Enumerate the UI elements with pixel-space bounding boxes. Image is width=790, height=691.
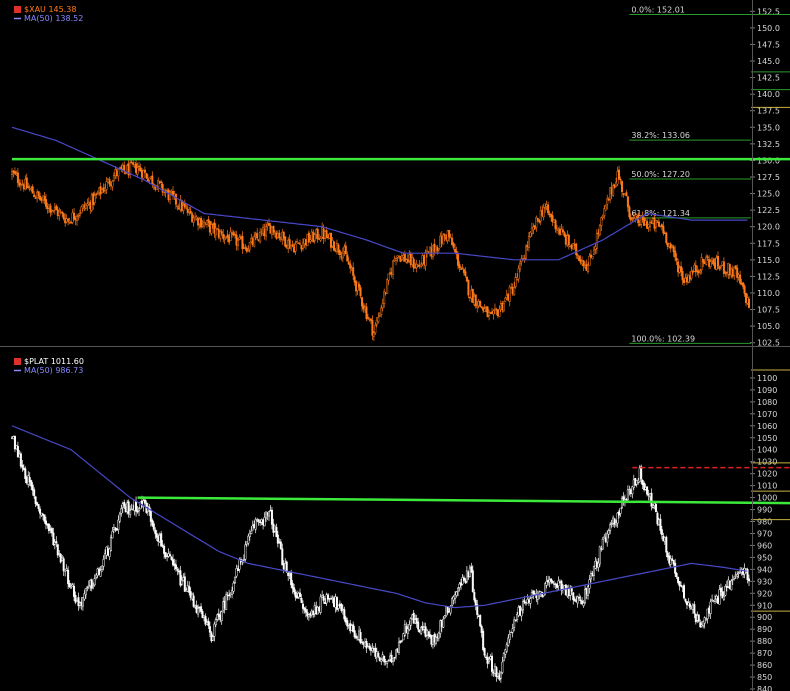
stock-chart: 102.5105.0107.5110.0112.5115.0117.5120.0… xyxy=(0,0,790,691)
y-tick-label: 1090 xyxy=(757,386,777,395)
legend-marker-icon xyxy=(14,6,21,13)
y-tick-label: 112.5 xyxy=(757,272,780,281)
y-tick-label: 150.0 xyxy=(757,24,780,33)
y-tick-label: 980 xyxy=(757,518,772,527)
y-tick-label: 132.5 xyxy=(757,140,780,149)
fib-level-label: 100.0%: 102.39 xyxy=(631,334,695,343)
y-tick-label: 122.5 xyxy=(757,206,780,215)
y-tick-label: 890 xyxy=(757,625,772,634)
candle xyxy=(332,240,335,252)
candle xyxy=(335,596,338,612)
y-tick-label: 110.0 xyxy=(757,289,780,298)
candle xyxy=(730,579,733,591)
y-tick-label: 115.0 xyxy=(757,256,780,265)
candle xyxy=(145,172,148,179)
fib-level-label: 38.2%: 133.06 xyxy=(631,131,690,140)
candle xyxy=(467,279,470,299)
y-tick-label: 1100 xyxy=(757,374,777,383)
y-tick-label: 950 xyxy=(757,553,772,562)
y-tick-label: 1060 xyxy=(757,422,777,431)
y-tick-label: 1040 xyxy=(757,446,777,455)
candle xyxy=(479,300,482,308)
y-tick-label: 910 xyxy=(757,601,772,610)
candle xyxy=(479,614,482,628)
y-tick-label: 1050 xyxy=(757,434,777,443)
legend-marker-icon xyxy=(14,358,21,365)
y-tick-label: 860 xyxy=(757,661,772,670)
y-tick-label: 960 xyxy=(757,541,772,550)
candle xyxy=(591,255,594,260)
y-tick-label: 850 xyxy=(757,673,772,682)
y-tick-label: 880 xyxy=(757,637,772,646)
y-tick-label: 117.5 xyxy=(757,239,780,248)
y-tick-label: 920 xyxy=(757,589,772,598)
y-tick-label: 970 xyxy=(757,529,772,538)
y-tick-label: 135.0 xyxy=(757,123,780,132)
candle xyxy=(572,243,575,250)
y-tick-label: 107.5 xyxy=(757,306,780,315)
legend: $XAU 145.38MA(50) 138.52 xyxy=(14,5,83,23)
y-tick-label: 147.5 xyxy=(757,40,780,49)
candle xyxy=(683,583,686,600)
candle xyxy=(482,628,485,652)
candle xyxy=(628,204,631,220)
y-tick-label: 120.0 xyxy=(757,223,780,232)
chart-background xyxy=(0,0,790,691)
y-tick-label: 1010 xyxy=(757,482,777,491)
fib-level-label: 0.0%: 152.01 xyxy=(631,6,685,15)
fib-level-label: 50.0%: 127.20 xyxy=(631,170,690,179)
legend-entry: $XAU 145.38 xyxy=(24,5,76,14)
legend-entry: $PLAT 1011.60 xyxy=(24,357,84,366)
y-tick-label: 137.5 xyxy=(757,107,780,116)
y-tick-label: 130.0 xyxy=(757,156,780,165)
y-tick-label: 145.0 xyxy=(757,57,780,66)
candle xyxy=(386,278,389,294)
y-tick-label: 840 xyxy=(757,685,772,691)
y-tick-label: 900 xyxy=(757,613,772,622)
y-tick-label: 1080 xyxy=(757,398,777,407)
legend-entry: MA(50) 986.73 xyxy=(24,366,83,375)
y-tick-label: 127.5 xyxy=(757,173,780,182)
y-tick-label: 1030 xyxy=(757,458,777,467)
y-tick-label: 940 xyxy=(757,565,772,574)
y-tick-label: 1020 xyxy=(757,470,777,479)
y-tick-label: 142.5 xyxy=(757,74,780,83)
y-tick-label: 990 xyxy=(757,506,772,515)
y-tick-label: 1070 xyxy=(757,410,777,419)
y-tick-label: 105.0 xyxy=(757,322,780,331)
legend: $PLAT 1011.60MA(50) 986.73 xyxy=(14,357,84,375)
fib-level-label: 61.8%: 121.34 xyxy=(631,209,690,218)
candle xyxy=(160,531,163,547)
legend-entry: MA(50) 138.52 xyxy=(24,14,83,23)
y-tick-label: 870 xyxy=(757,649,772,658)
y-tick-label: 140.0 xyxy=(757,90,780,99)
y-tick-label: 1000 xyxy=(757,494,777,503)
y-tick-label: 125.0 xyxy=(757,190,780,199)
y-tick-label: 930 xyxy=(757,577,772,586)
candle xyxy=(697,614,700,623)
